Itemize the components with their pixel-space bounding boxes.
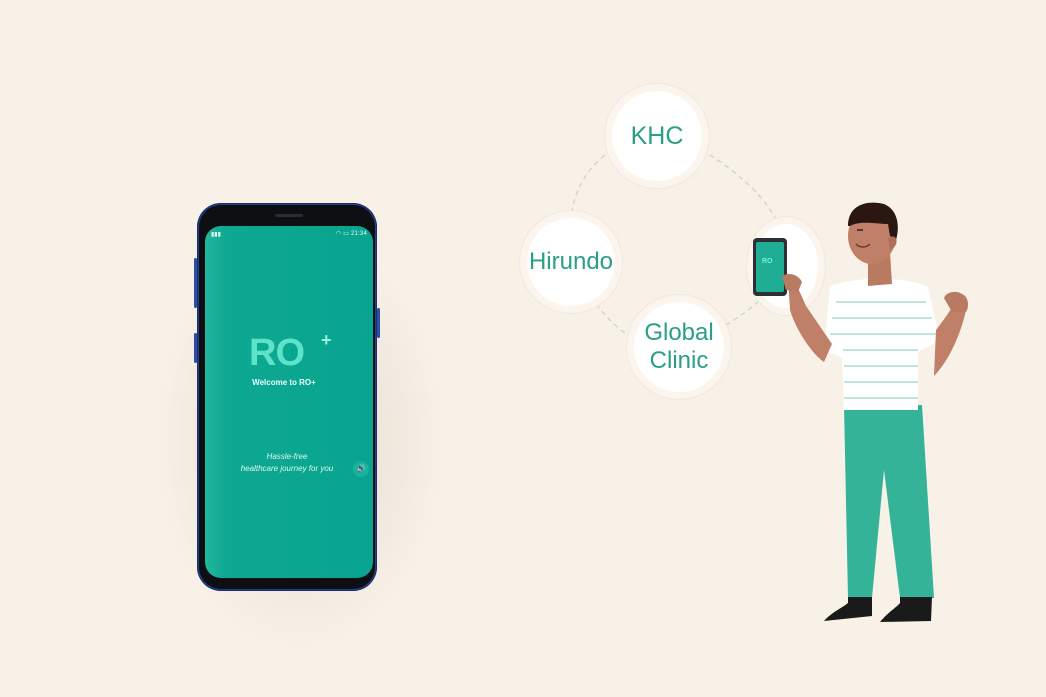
hand-on-phone [782, 274, 802, 292]
illustration-scene: ▮▮▮ ◠ ▭ 21:34 RO + Welcome to RO+ Hassle… [0, 0, 1046, 697]
fingers [782, 274, 802, 292]
